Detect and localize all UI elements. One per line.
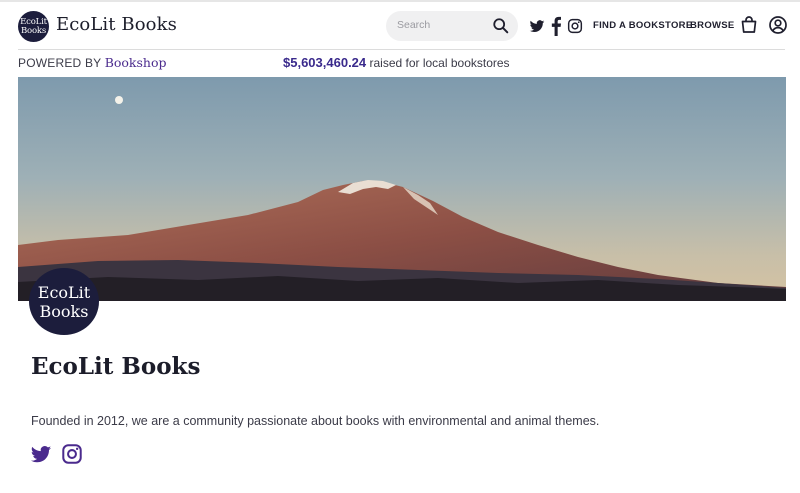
- twitter-icon[interactable]: [30, 443, 52, 465]
- raised-banner: $5,603,460.24 raised for local bookstore…: [283, 55, 510, 70]
- logo-line-2: Books: [21, 25, 46, 36]
- facebook-icon[interactable]: [551, 16, 561, 36]
- account-icon[interactable]: [768, 15, 788, 35]
- avatar-line-1: EcoLit: [37, 282, 91, 302]
- powered-prefix: POWERED BY: [18, 56, 102, 70]
- site-header: EcoLit Books EcoLit Books Search FIND A …: [0, 2, 800, 49]
- powered-by: POWERED BY Bookshop: [18, 55, 167, 70]
- instagram-icon[interactable]: [567, 16, 583, 36]
- bag-icon[interactable]: [739, 15, 759, 35]
- nav-find-bookstore[interactable]: FIND A BOOKSTORE: [593, 20, 692, 31]
- shop-title: EcoLit Books: [31, 353, 201, 380]
- raised-amount: $5,603,460.24: [283, 55, 367, 70]
- twitter-icon[interactable]: [529, 16, 545, 36]
- profile-avatar: EcoLit Books: [29, 268, 99, 335]
- site-logo[interactable]: EcoLit Books: [18, 11, 49, 42]
- search-icon[interactable]: [492, 17, 510, 35]
- search-box[interactable]: Search: [386, 11, 518, 41]
- avatar-line-2: Books: [39, 301, 89, 321]
- hero-image: [18, 77, 786, 301]
- shop-description: Founded in 2012, we are a community pass…: [31, 414, 600, 428]
- search-input[interactable]: Search: [397, 19, 430, 31]
- bookshop-link[interactable]: Bookshop: [105, 55, 167, 70]
- instagram-icon[interactable]: [61, 443, 83, 465]
- header-divider: [18, 49, 785, 50]
- raised-suffix: raised for local bookstores: [369, 56, 510, 70]
- site-name[interactable]: EcoLit Books: [56, 14, 177, 35]
- nav-browse[interactable]: BROWSE: [690, 20, 735, 31]
